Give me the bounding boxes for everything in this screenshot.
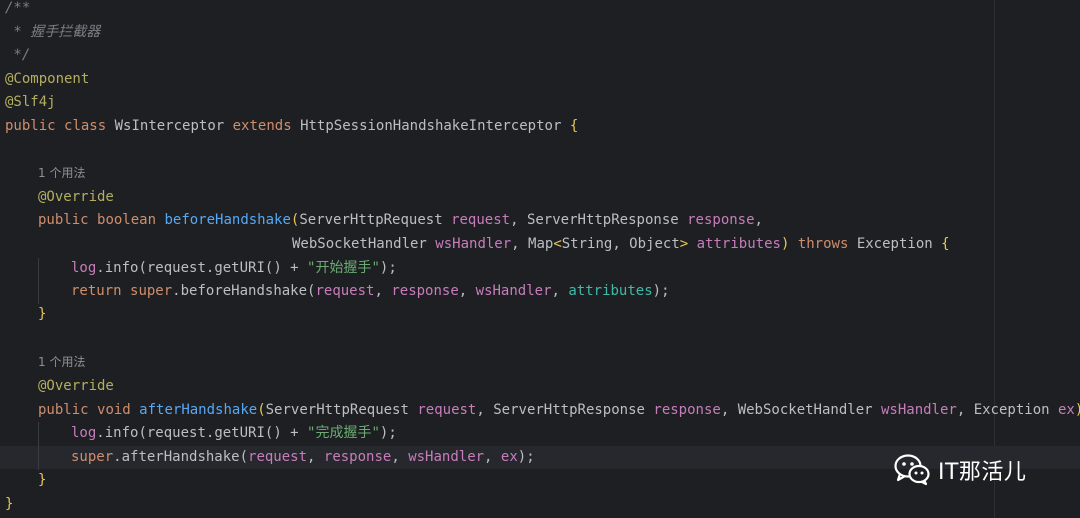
wechat-icon — [894, 454, 930, 486]
param-name: request — [451, 212, 511, 228]
keyword: super — [71, 449, 114, 465]
param-type: Map — [528, 236, 554, 252]
param-name: ex — [1058, 402, 1075, 418]
comment-text: /** — [5, 0, 31, 16]
keyword: throws — [797, 236, 849, 252]
log-var: log — [71, 260, 97, 276]
argument: ex — [500, 449, 518, 465]
argument: request — [248, 449, 308, 465]
code-token: .beforeHandshake( — [172, 283, 316, 299]
parent-class: HttpSessionHandshakeInterceptor — [300, 118, 562, 134]
code-token: .info( — [96, 260, 147, 276]
param-name: wsHandler — [880, 402, 957, 418]
code-line-method-signature[interactable]: public void afterHandshake(ServerHttpReq… — [38, 399, 1080, 423]
code-line-class-close[interactable]: } — [5, 493, 13, 517]
code-token: ); — [379, 260, 397, 276]
keyword: public — [38, 212, 89, 228]
keyword: public — [5, 118, 56, 134]
keyword: return — [71, 283, 122, 299]
code-line-super-call[interactable]: super.afterHandshake(request, response, … — [71, 446, 535, 470]
code-token: request — [146, 425, 206, 441]
brace: { — [569, 118, 579, 134]
code-token: ); — [517, 449, 535, 465]
code-line-close-brace[interactable]: } — [38, 303, 46, 327]
string-literal: "完成握手" — [307, 425, 380, 441]
watermark-text: IT那活儿 — [938, 460, 1027, 485]
code-token: .getURI() + — [205, 260, 308, 276]
class-name: WsInterceptor — [114, 118, 225, 134]
brace: } — [38, 472, 47, 488]
param-type: ServerHttpRequest — [299, 212, 443, 228]
code-line-component[interactable]: @Component — [5, 68, 89, 92]
keyword: void — [97, 402, 131, 418]
code-line-comment-close[interactable]: */ — [5, 44, 30, 68]
param-name: response — [653, 402, 721, 418]
code-line-class-decl[interactable]: public class WsInterceptor extends HttpS… — [5, 115, 578, 139]
argument: response — [323, 449, 392, 465]
param-type: ServerHttpRequest — [265, 402, 409, 418]
indent-guide — [38, 422, 39, 470]
usage-hint[interactable]: 1 个用法 — [38, 351, 85, 375]
brace: } — [38, 306, 47, 322]
param-type: ServerHttpResponse — [493, 402, 645, 418]
param-name: attributes — [696, 236, 781, 252]
string-literal: "开始握手" — [307, 260, 380, 276]
annotation: @Override — [38, 189, 114, 205]
keyword: super — [130, 283, 173, 299]
code-editor[interactable]: /** * 握手拦截器 */ @Component @Slf4j public … — [0, 0, 1080, 518]
code-line-comment-open[interactable]: /** — [5, 0, 30, 21]
code-token: .info( — [96, 425, 147, 441]
code-line-log[interactable]: log.info(request.getURI() + "完成握手"); — [71, 422, 397, 446]
log-var: log — [71, 425, 97, 441]
keyword: boolean — [97, 212, 157, 228]
indent-guide — [38, 258, 39, 304]
comment-text: */ — [5, 47, 31, 63]
code-token: request — [146, 260, 206, 276]
param-name: wsHandler — [435, 236, 512, 252]
argument: attributes — [568, 283, 653, 299]
param-type: WebSocketHandler — [737, 402, 873, 418]
code-line-slf4j[interactable]: @Slf4j — [5, 91, 56, 115]
watermark: IT那活儿 — [894, 452, 1026, 488]
comment-text: * 握手拦截器 — [5, 24, 101, 40]
param-name: request — [417, 402, 477, 418]
right-margin-guide — [994, 0, 995, 518]
usage-hint[interactable]: 1 个用法 — [38, 162, 85, 186]
keyword: extends — [232, 118, 292, 134]
code-token: ); — [652, 283, 670, 299]
keyword: class — [64, 118, 107, 134]
annotation: @Override — [38, 378, 114, 394]
code-line-comment-title[interactable]: * 握手拦截器 — [5, 21, 100, 45]
code-line-method-signature-cont[interactable]: WebSocketHandler wsHandler, Map<String, … — [292, 233, 950, 257]
method-name: beforeHandshake — [164, 212, 291, 228]
code-line-override[interactable]: @Override — [38, 375, 114, 399]
usage-hint-text: 1 个用法 — [38, 355, 86, 369]
generic-types: String, Object — [561, 236, 680, 252]
method-name: afterHandshake — [139, 402, 258, 418]
annotation: @Slf4j — [5, 94, 56, 110]
keyword: public — [38, 402, 89, 418]
brace: } — [5, 496, 14, 512]
code-line-override[interactable]: @Override — [38, 186, 114, 210]
annotation: @Component — [5, 71, 90, 87]
param-name: response — [687, 212, 755, 228]
exception-type: Exception — [856, 236, 933, 252]
param-type: ServerHttpResponse — [526, 212, 679, 228]
param-type: WebSocketHandler — [292, 236, 427, 252]
argument: request — [315, 283, 375, 299]
code-line-log[interactable]: log.info(request.getURI() + "开始握手"); — [71, 257, 397, 281]
code-token: .getURI() + — [205, 425, 308, 441]
argument: wsHandler — [408, 449, 485, 465]
code-line-return[interactable]: return super.beforeHandshake(request, re… — [71, 280, 670, 304]
usage-hint-text: 1 个用法 — [38, 166, 86, 180]
code-line-close-brace[interactable]: } — [38, 469, 46, 493]
param-type: Exception — [973, 402, 1050, 418]
argument: response — [391, 283, 459, 299]
brace: { — [941, 236, 950, 252]
code-line-method-signature[interactable]: public boolean beforeHandshake(ServerHtt… — [38, 209, 763, 233]
argument: wsHandler — [475, 283, 552, 299]
code-token: .afterHandshake( — [113, 449, 249, 465]
code-token: ); — [379, 425, 397, 441]
